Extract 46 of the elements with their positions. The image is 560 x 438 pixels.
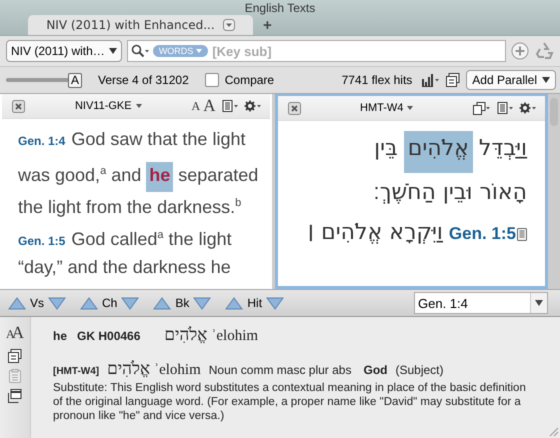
compare-label: Compare: [224, 73, 274, 87]
navigation-label: Bk: [175, 296, 190, 310]
navigation-label: Ch: [102, 296, 118, 310]
transliteration: ʾelohim: [211, 328, 258, 345]
verse-text: “day,” and the darkness he: [18, 256, 231, 279]
window-title: English Texts: [244, 1, 316, 15]
selected-word[interactable]: he: [146, 162, 174, 192]
resource-dropdown[interactable]: NIV (2011) with…: [6, 40, 122, 62]
strong-number: GK H00466: [77, 329, 140, 343]
resource-title-dropdown[interactable]: HMT-W4: [300, 102, 473, 114]
verse-text: separated: [178, 164, 258, 187]
hebrew-lemma: אֱלֹהִים: [164, 325, 208, 345]
larger-font-button[interactable]: A: [12, 323, 24, 343]
resource-title-dropdown[interactable]: NIV11-GKE: [25, 100, 192, 112]
verse-reference[interactable]: Gen. 1:5: [18, 225, 66, 257]
verse-text: וַיִּקְרָא אֱלֹהִים ׀: [308, 219, 443, 247]
role-text: (Subject): [395, 363, 444, 377]
definition-text: Substitute: This English word substitutes a contextual meaning in place of the basic definition of the original language word. (For example, a proper name like "David" may substitute for a pronoun like "he" and vice versa.): [53, 381, 526, 423]
verse-text: was good,$^{a}$ and: [18, 164, 142, 187]
verse-slider[interactable]: A: [6, 72, 82, 88]
verse-position: Verse 4 of 31202: [98, 73, 189, 87]
slider-thumb[interactable]: A: [68, 72, 82, 88]
new-tab-button[interactable]: +: [263, 17, 272, 35]
smaller-font-button[interactable]: A: [192, 98, 200, 114]
verse-reference[interactable]: Gen. 1:5: [448, 214, 516, 254]
verse-text: הָאוֹר וּבֵין הַחֹשֶׁךְ׃: [373, 179, 527, 207]
selected-word[interactable]: אֱלֹהִים: [404, 131, 473, 173]
verse-text: בֵּין: [374, 135, 398, 163]
transliteration: ʾelohim: [154, 362, 201, 379]
verse-text: the light from the darkness.$^{b}$: [18, 196, 242, 219]
gloss-text: God: [363, 363, 388, 377]
navigation-label: Hit: [247, 296, 262, 310]
verse-text: God called$^{a}$ the light: [71, 228, 232, 251]
hit-count: 7741 flex hits: [342, 73, 412, 87]
morphology-text: Noun comm masc plur abs: [208, 363, 352, 377]
hebrew-form: אֱלֹהִים: [107, 359, 150, 379]
verse-reference[interactable]: Gen. 1:4: [18, 125, 66, 157]
verse-text: וַיַּבְדֵּל: [478, 135, 527, 163]
larger-font-button[interactable]: A: [203, 96, 216, 116]
source-label: [HMT-W4]: [53, 366, 100, 377]
reference-combo-box[interactable]: Gen. 1:4: [414, 292, 548, 314]
english-word: he: [53, 329, 68, 343]
document-tab[interactable]: NIV (2011) with Enhanced...: [28, 15, 253, 35]
navigation-label: Vs: [30, 296, 44, 310]
add-parallel-button[interactable]: Add Parallel: [466, 70, 556, 90]
verse-text: God saw that the light: [71, 128, 246, 151]
